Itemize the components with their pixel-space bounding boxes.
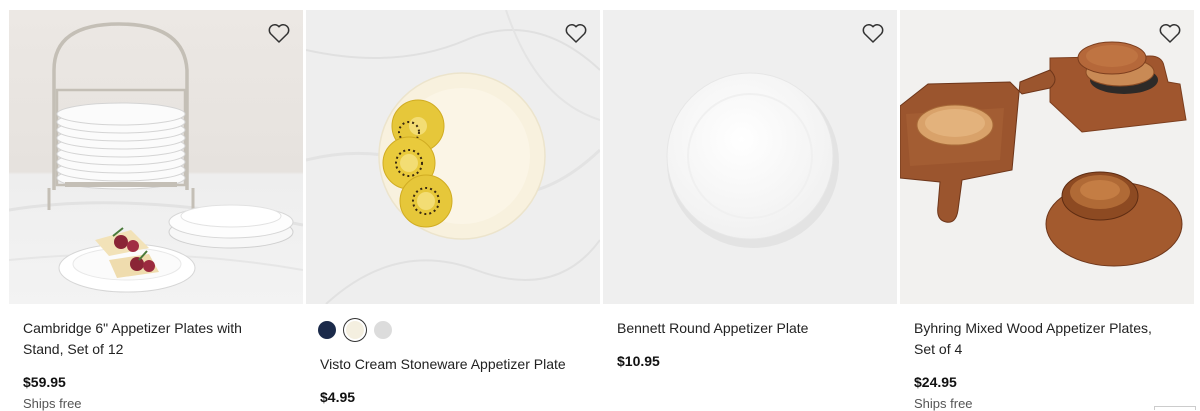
product-title[interactable]: Cambridge 6" Appetizer Plates with Stand… bbox=[23, 318, 273, 360]
cream-plate-kiwi-image bbox=[306, 10, 600, 304]
product-card[interactable]: Byhring Mixed Wood Appetizer Plates, Set… bbox=[900, 10, 1194, 411]
product-price: $59.95 bbox=[23, 374, 303, 390]
product-card[interactable]: Bennett Round Appetizer Plate $10.95 bbox=[603, 10, 897, 411]
shipping-note: Ships free bbox=[914, 396, 1194, 411]
white-plate-image bbox=[603, 10, 897, 304]
product-image[interactable] bbox=[603, 10, 897, 304]
product-price: $10.95 bbox=[617, 353, 897, 369]
heart-outline-icon[interactable] bbox=[861, 22, 885, 44]
swatch-gray[interactable] bbox=[374, 321, 392, 339]
product-price: $24.95 bbox=[914, 374, 1194, 390]
product-image[interactable] bbox=[9, 10, 303, 304]
wood-plates-image bbox=[900, 10, 1194, 304]
plates-with-stand-image bbox=[9, 10, 303, 304]
product-image[interactable] bbox=[900, 10, 1194, 304]
swatch-navy[interactable] bbox=[318, 321, 336, 339]
product-card[interactable]: Cambridge 6" Appetizer Plates with Stand… bbox=[9, 10, 303, 411]
color-swatches bbox=[318, 318, 600, 342]
product-title[interactable]: Byhring Mixed Wood Appetizer Plates, Set… bbox=[914, 318, 1164, 360]
heart-outline-icon[interactable] bbox=[564, 22, 588, 44]
shipping-note: Ships free bbox=[23, 396, 303, 411]
product-grid: Cambridge 6" Appetizer Plates with Stand… bbox=[9, 10, 1194, 411]
product-price: $4.95 bbox=[320, 389, 600, 405]
heart-outline-icon[interactable] bbox=[1158, 22, 1182, 44]
heart-outline-icon[interactable] bbox=[267, 22, 291, 44]
product-image[interactable] bbox=[306, 10, 600, 304]
corner-divider bbox=[1154, 406, 1196, 410]
product-card[interactable]: Visto Cream Stoneware Appetizer Plate $4… bbox=[306, 10, 600, 411]
product-title[interactable]: Bennett Round Appetizer Plate bbox=[617, 318, 867, 339]
swatch-cream[interactable] bbox=[346, 321, 364, 339]
product-title[interactable]: Visto Cream Stoneware Appetizer Plate bbox=[320, 354, 570, 375]
